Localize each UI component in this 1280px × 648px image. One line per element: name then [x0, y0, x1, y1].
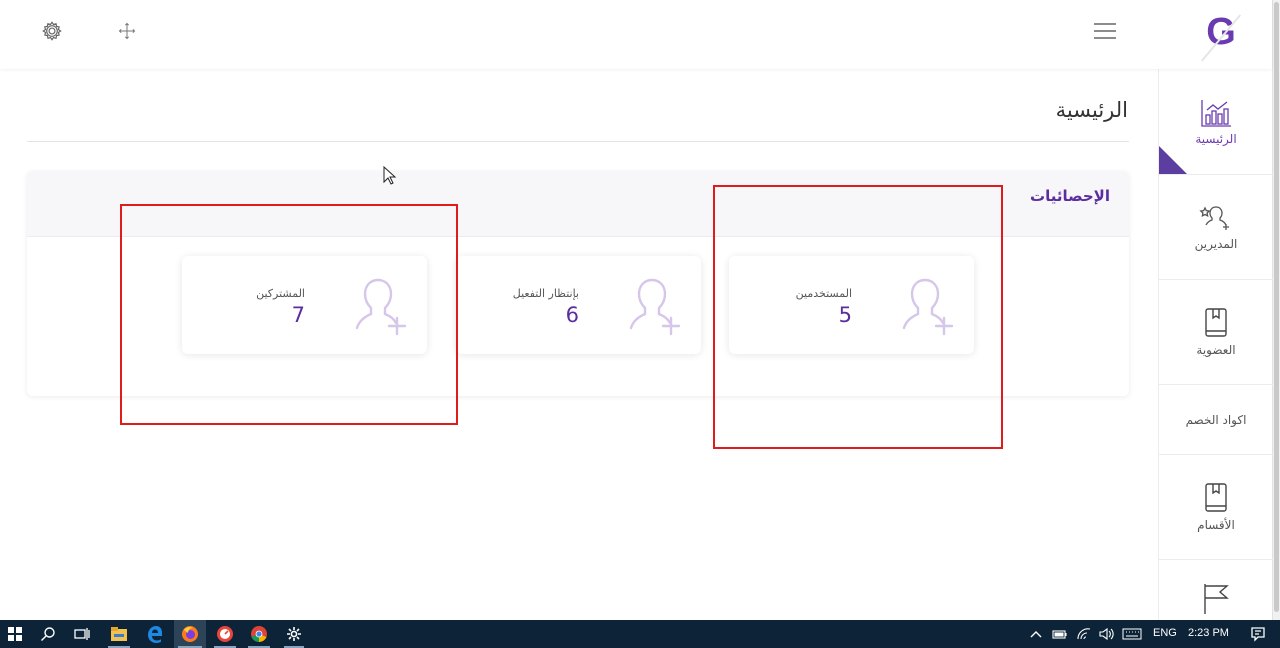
bar-chart-icon — [1201, 99, 1231, 127]
top-bar: G — [0, 0, 1272, 69]
stat-value: 6 — [565, 303, 579, 327]
book-icon — [1205, 308, 1227, 337]
sidebar: الرئيسية المديرين العضوية اكواد الخصم ال… — [1158, 69, 1273, 620]
keyboard-icon[interactable] — [1120, 620, 1144, 648]
stat-label: المشتركين — [256, 287, 305, 300]
os-taskbar: ENG 2:23 PM — [0, 620, 1280, 648]
statistics-panel-header: الإحصائيات — [27, 171, 1129, 237]
user-add-icon — [355, 278, 407, 336]
settings-icon[interactable] — [280, 620, 308, 648]
language-indicator[interactable]: ENG — [1153, 627, 1177, 639]
show-hidden-icons-icon[interactable] — [1028, 620, 1044, 648]
user-add-icon — [902, 278, 954, 336]
stat-card-pending-activation[interactable]: بإنتظار التفعيل 6 — [456, 256, 701, 354]
user-star-add-icon — [1199, 206, 1229, 230]
chrome-icon[interactable] — [244, 620, 274, 648]
clock-time[interactable]: 2:23 PM — [1188, 627, 1229, 639]
stat-value: 5 — [838, 303, 852, 327]
sidebar-item-label: الرئيسية — [1195, 131, 1237, 146]
sidebar-item-discount-codes[interactable]: اكواد الخصم — [1159, 385, 1273, 455]
mouse-cursor-icon — [383, 166, 397, 185]
statistics-heading: الإحصائيات — [1030, 187, 1110, 205]
wifi-icon[interactable] — [1074, 620, 1094, 648]
fullscreen-move-icon[interactable] — [114, 18, 140, 44]
battery-icon[interactable] — [1050, 620, 1070, 648]
page-title: الرئيسية — [1055, 98, 1128, 122]
stat-card-users[interactable]: المستخدمين 5 — [729, 256, 974, 354]
hamburger-menu-icon[interactable] — [1091, 18, 1119, 44]
brand-logo[interactable]: G — [1192, 6, 1250, 62]
book-icon — [1205, 483, 1227, 512]
sidebar-item-home[interactable]: الرئيسية — [1159, 69, 1273, 175]
stat-label: بإنتظار التفعيل — [512, 287, 579, 300]
file-explorer-icon[interactable] — [104, 620, 134, 648]
task-view-icon[interactable] — [68, 620, 96, 648]
scrollbar-thumb[interactable] — [1274, 2, 1279, 612]
sidebar-item-label: الأقسام — [1197, 518, 1235, 532]
sidebar-item-label: اكواد الخصم — [1185, 412, 1247, 427]
title-divider — [27, 141, 1129, 142]
app-red-icon[interactable] — [210, 620, 240, 648]
volume-icon[interactable] — [1096, 620, 1116, 648]
sidebar-item-label: العضوية — [1196, 343, 1236, 357]
stat-value: 7 — [291, 303, 305, 327]
settings-gear-icon[interactable] — [39, 18, 65, 44]
windows-start-icon[interactable] — [0, 620, 30, 648]
stat-label: المستخدمين — [795, 287, 852, 300]
search-icon[interactable] — [34, 620, 62, 648]
notifications-icon[interactable] — [1244, 620, 1272, 648]
sidebar-item-label: المديرين — [1194, 237, 1238, 251]
user-add-icon — [629, 278, 681, 336]
sidebar-item-sections[interactable]: الأقسام — [1159, 455, 1273, 560]
sidebar-item-membership[interactable]: العضوية — [1159, 280, 1273, 385]
stat-card-subscribers[interactable]: المشتركين 7 — [182, 256, 427, 354]
edge-icon[interactable] — [140, 620, 170, 648]
vertical-scrollbar[interactable] — [1272, 0, 1280, 620]
firefox-icon[interactable] — [174, 620, 206, 648]
sidebar-item-flag[interactable] — [1159, 560, 1273, 620]
flag-icon — [1204, 584, 1229, 614]
app-window: G الرئيسية المديرين العضوية اكواد الخصم … — [0, 0, 1280, 620]
sidebar-item-managers[interactable]: المديرين — [1159, 175, 1273, 280]
